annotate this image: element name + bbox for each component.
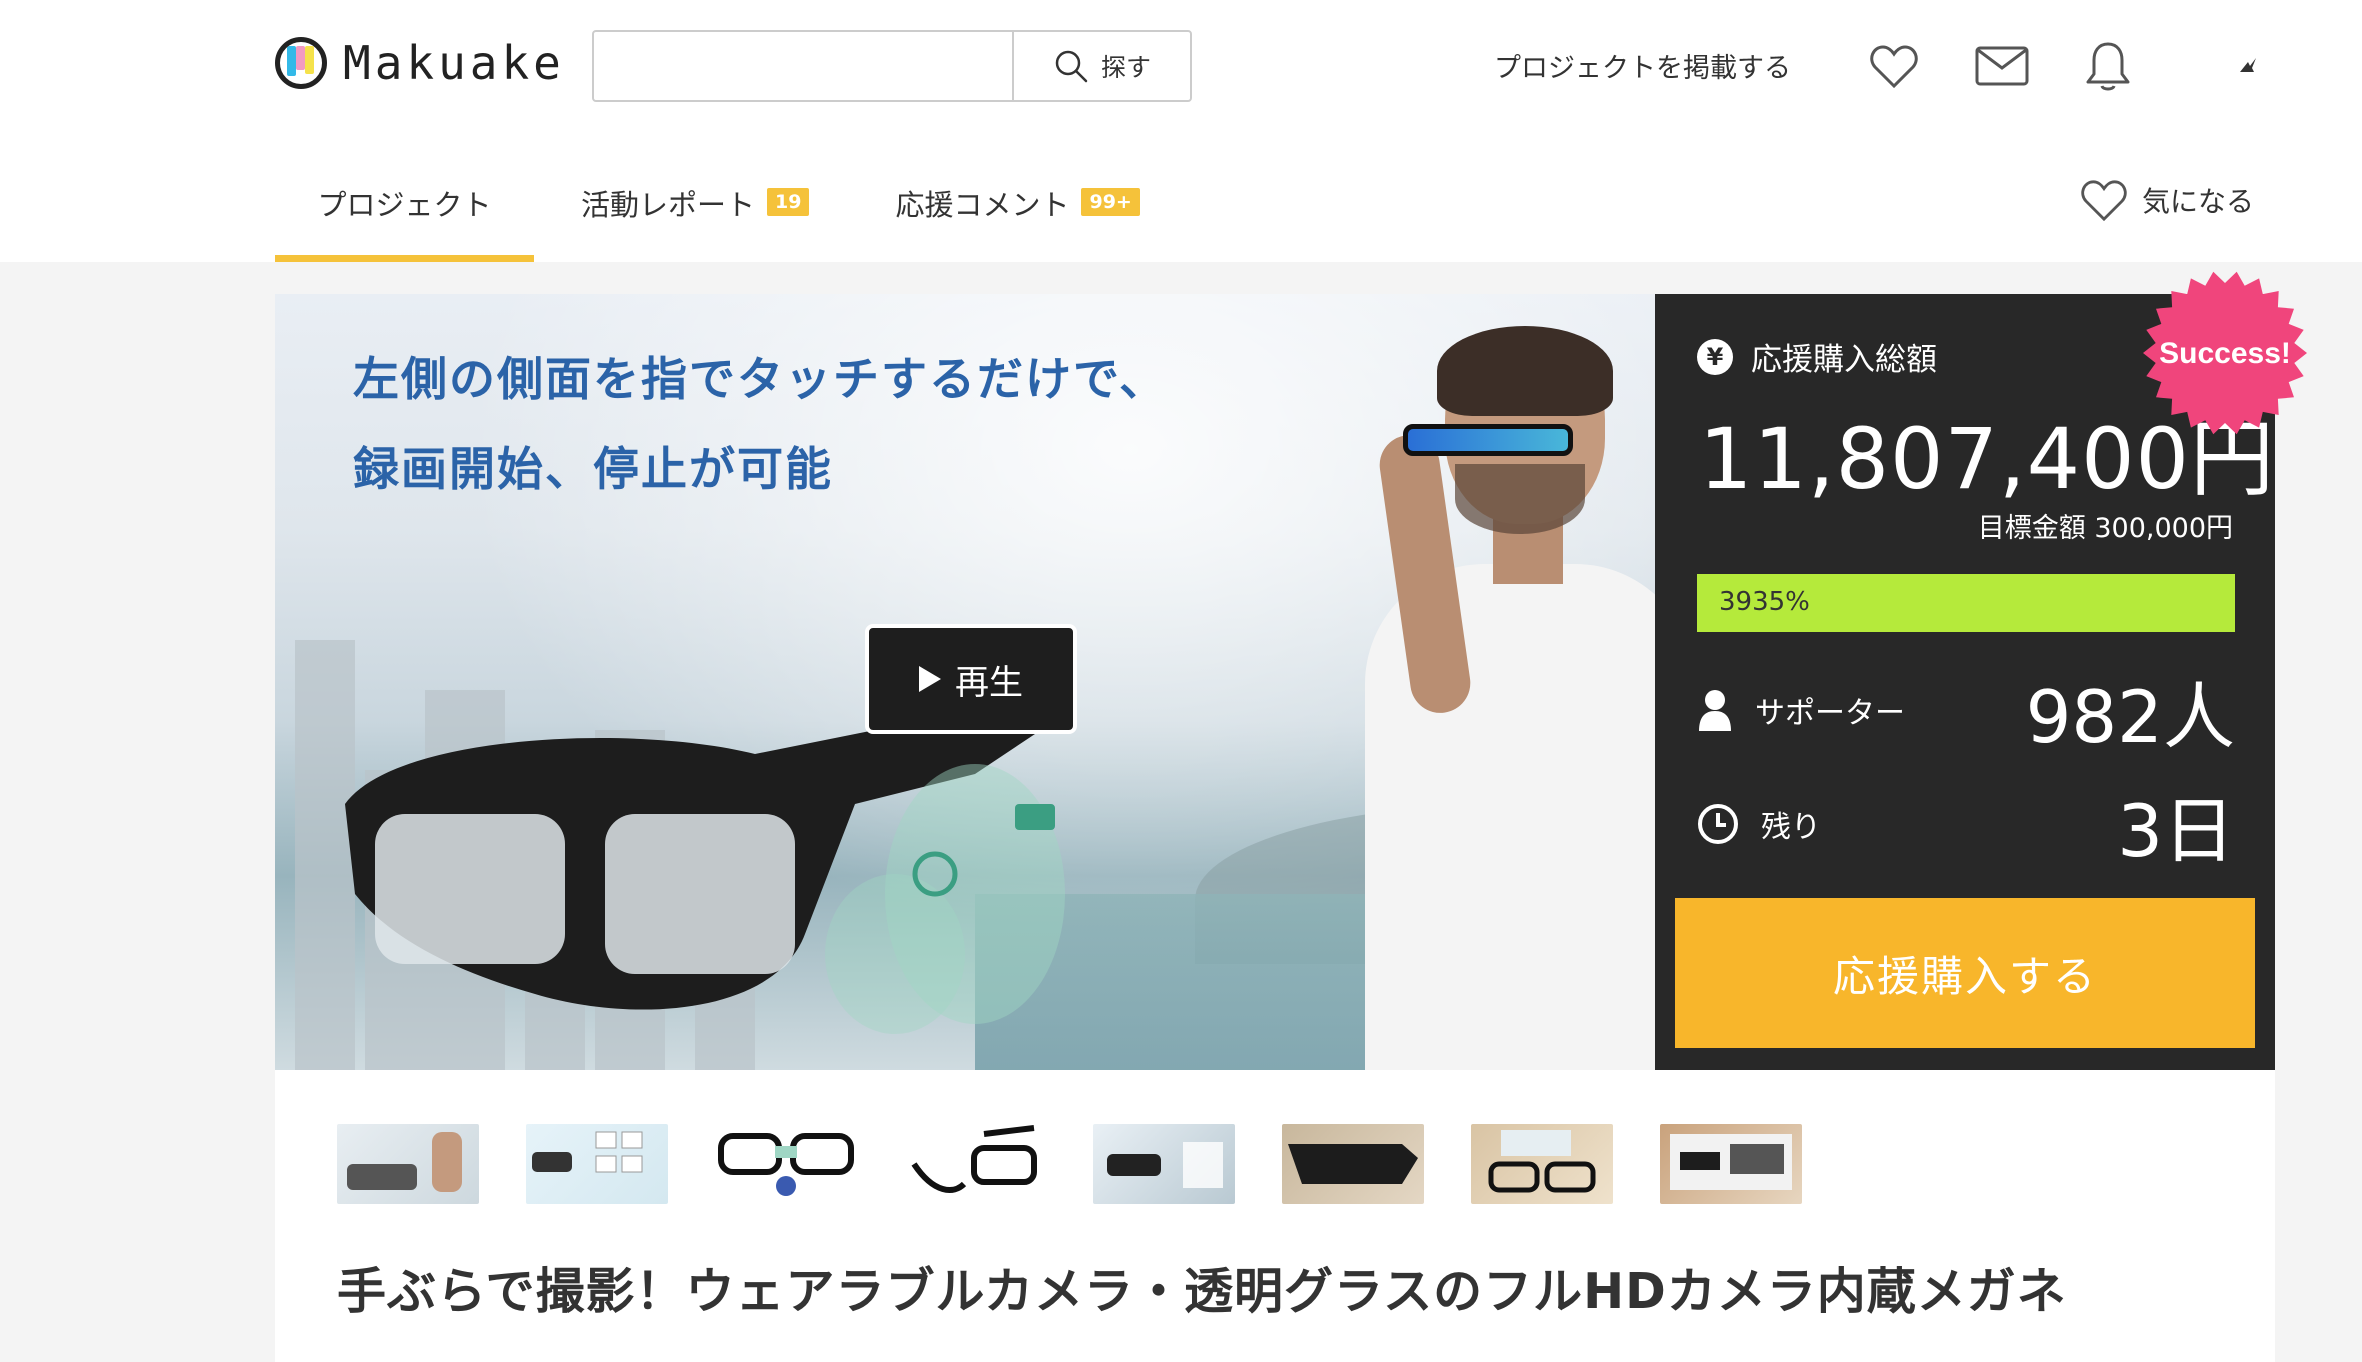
hero-media: 左側の側面を指でタッチするだけで、 録画開始、停止が可能 再生: [275, 294, 1655, 1070]
success-badge: Success!: [2143, 271, 2307, 435]
favorites-heart-icon[interactable]: [1866, 38, 1922, 94]
favorite-button[interactable]: 気になる: [2080, 178, 2254, 222]
logo-text: Makuake: [343, 36, 565, 90]
remaining-days: 3日: [2117, 788, 2235, 873]
remaining-label: 残り: [1761, 810, 1821, 845]
model-image: [1325, 314, 1655, 1070]
site-header: Makuake 探す プロジェクトを掲載する プロジェクト 活動レポート 19: [0, 0, 2362, 262]
supporters-count: 982人: [2025, 674, 2235, 759]
tab-project[interactable]: プロジェクト: [275, 168, 534, 262]
progress-percent: 3935%: [1719, 587, 1810, 617]
clock-icon: [1698, 804, 1738, 844]
success-badge-text: Success!: [2159, 337, 2291, 370]
search-icon: [1055, 50, 1088, 83]
gallery-thumbnail[interactable]: [1660, 1124, 1802, 1204]
person-icon: [1699, 690, 1731, 731]
support-purchase-button[interactable]: 応援購入する: [1675, 898, 2255, 1048]
play-icon: [919, 666, 941, 692]
makuake-logo[interactable]: Makuake: [275, 36, 565, 90]
post-project-link[interactable]: プロジェクトを掲載する: [1494, 46, 1791, 85]
comment-count-badge: 99+: [1081, 188, 1140, 216]
hero-headline-line2: 録画開始、停止が可能: [353, 442, 833, 496]
search-button[interactable]: 探す: [1012, 32, 1190, 100]
goal-amount: 目標金額 300,000円: [1977, 513, 2233, 544]
remaining-row: 残り 3日: [1697, 784, 2235, 873]
tab-activity-report[interactable]: 活動レポート 19: [581, 168, 810, 262]
gallery-thumbnail[interactable]: [715, 1124, 857, 1204]
project-summary: 手ぶらで撮影！ウェアラブルカメラ・透明グラスのフルHDカメラ内蔵メガネ: [275, 1070, 2275, 1362]
total-amount-label: ¥ 応援購入総額: [1697, 334, 1937, 379]
play-video-button[interactable]: 再生: [865, 624, 1077, 734]
mail-icon[interactable]: [1974, 38, 2030, 94]
gallery-thumbnail[interactable]: [1282, 1124, 1424, 1204]
user-menu-icon[interactable]: [2220, 38, 2276, 94]
search-button-label: 探す: [1100, 53, 1151, 82]
project-title: 手ぶらで撮影！ウェアラブルカメラ・透明グラスのフルHDカメラ内蔵メガネ: [337, 1263, 2067, 1320]
supporters-label: サポーター: [1755, 696, 1905, 731]
gallery-thumbnail[interactable]: [1471, 1124, 1613, 1204]
gallery-thumbnails: [337, 1124, 1802, 1204]
tab-support-comments[interactable]: 応援コメント 99+: [895, 168, 1140, 262]
heart-icon: [2081, 180, 2127, 222]
search-bar: 探す: [592, 30, 1192, 102]
yen-icon: ¥: [1697, 338, 1733, 375]
camera-glasses-image: [345, 714, 1065, 1034]
funding-progress-bar: 3935%: [1697, 574, 2235, 632]
bell-icon[interactable]: [2080, 38, 2136, 94]
hero-headline: 左側の側面を指でタッチするだけで、 録画開始、停止が可能: [353, 334, 1167, 514]
tab-activity-report-label: 活動レポート: [581, 188, 756, 222]
report-count-badge: 19: [767, 188, 810, 216]
logo-mark-icon: [275, 37, 327, 89]
gallery-thumbnail[interactable]: [337, 1124, 479, 1204]
tab-project-label: プロジェクト: [317, 188, 492, 222]
play-label: 再生: [955, 662, 1023, 703]
tab-support-comments-label: 応援コメント: [895, 188, 1070, 222]
total-amount-label-text: 応援購入総額: [1751, 342, 1937, 378]
hero-headline-line1: 左側の側面を指でタッチするだけで、: [353, 352, 1168, 406]
favorite-label: 気になる: [2142, 185, 2255, 218]
project-tabs: プロジェクト 活動レポート 19 応援コメント 99+: [275, 168, 1140, 262]
gallery-thumbnail[interactable]: [526, 1124, 668, 1204]
gallery-thumbnail[interactable]: [904, 1124, 1046, 1204]
search-input[interactable]: [594, 32, 1012, 100]
gallery-thumbnail[interactable]: [1093, 1124, 1235, 1204]
supporters-row: サポーター 982人: [1697, 670, 2235, 759]
